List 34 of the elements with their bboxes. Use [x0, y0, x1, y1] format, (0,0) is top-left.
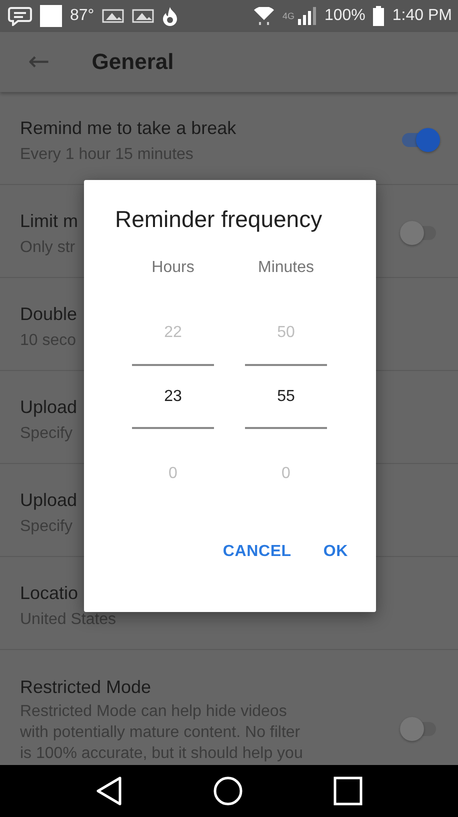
ok-button[interactable]: OK: [311, 535, 360, 569]
setting-title: Locatio: [20, 582, 78, 604]
temperature-text: 87°: [70, 7, 94, 25]
column-label: Hours: [152, 259, 194, 278]
setting-title: Upload: [20, 396, 78, 418]
flame-icon: [162, 6, 178, 26]
selected-value[interactable]: 55: [277, 384, 295, 408]
column-label: Minutes: [258, 259, 314, 278]
battery-percent: 100%: [324, 7, 366, 25]
signal-icon: [298, 7, 316, 25]
picker-value[interactable]: 0: [282, 462, 290, 486]
setting-title: Double: [20, 302, 78, 326]
cancel-button[interactable]: CANCEL: [210, 535, 304, 569]
dialog-title: Reminder frequency: [115, 206, 324, 233]
toggle-switch[interactable]: [400, 221, 436, 245]
picker-value[interactable]: 22: [164, 321, 182, 345]
selected-value[interactable]: 23: [164, 384, 182, 408]
network-text: 4G: [282, 11, 294, 21]
image-icon: [102, 9, 124, 23]
toggle-switch[interactable]: [400, 717, 436, 741]
page-title: General: [92, 49, 174, 75]
setting-title: Limit m: [20, 210, 78, 232]
setting-title: Restricted Mode: [20, 676, 152, 699]
wifi-icon: [254, 7, 274, 25]
picker-value[interactable]: 50: [277, 321, 295, 345]
picker-value[interactable]: 0: [168, 462, 178, 486]
message-icon: [8, 6, 32, 26]
setting-title: Remind me to take a break: [20, 116, 236, 140]
battery-icon: [373, 6, 384, 26]
setting-title: Upload: [20, 488, 78, 512]
clock-text: 1:40 PM: [392, 7, 452, 25]
image-icon: [132, 9, 154, 23]
square-icon: [40, 5, 62, 27]
back-button[interactable]: ←: [20, 47, 58, 77]
